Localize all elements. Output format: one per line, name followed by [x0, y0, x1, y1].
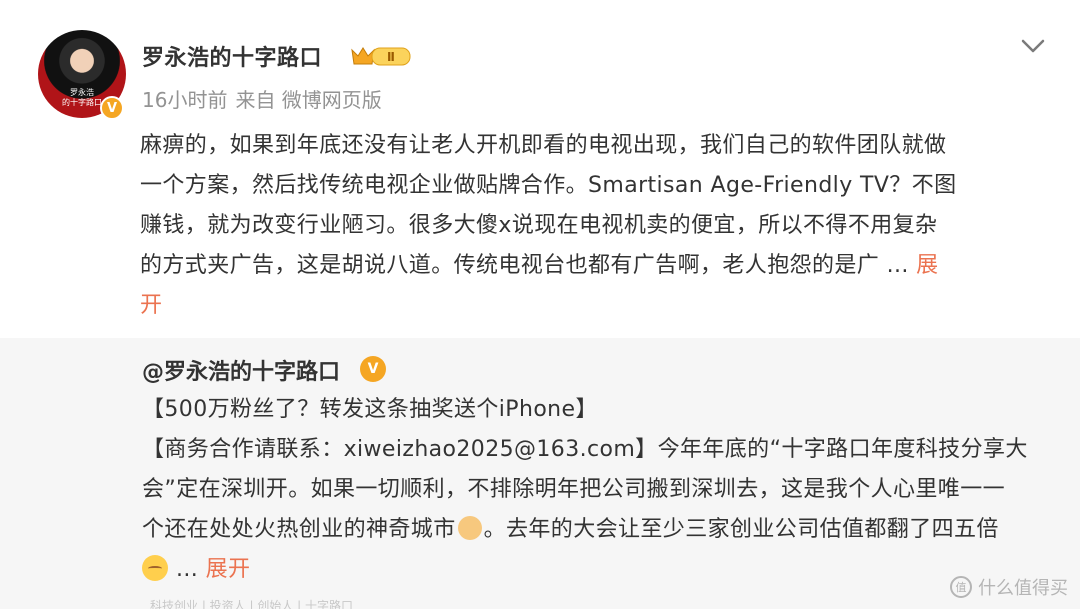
repost-line: 【商务合作请联系：xiweizhao2025@163.com】今年年底的“十字路… [142, 437, 1028, 462]
sleepy-emoji-icon [142, 555, 168, 581]
smzdm-logo-icon: 值 [950, 576, 972, 598]
post-line: 麻痹的，如果到年底还没有让老人开机即看的电视出现，我们自己的软件团队就做 [140, 133, 947, 158]
verified-badge-icon: V [100, 96, 124, 120]
repost-username[interactable]: @罗永浩的十字路口 [142, 354, 340, 386]
ellipsis: ... [176, 557, 206, 582]
post-time[interactable]: 16小时前 [142, 88, 227, 112]
post-line: 一个方案，然后找传统电视企业做贴牌合作。Smartisan Age-Friend… [140, 173, 957, 198]
repost-expand-link[interactable]: 展开 [206, 557, 251, 582]
partial-text: 科技创业 | 投资人 | 创始人 | 十字路口 [150, 599, 354, 609]
post-line: 赚钱，就为改变行业陋习。很多大傻x说现在电视机卖的便宜，所以不得不用复杂 [140, 213, 938, 238]
repost-line-text: 。去年的大会让至少三家创业公司估值都翻了四五倍 [483, 517, 999, 542]
post-line: 开 [140, 286, 1050, 326]
repost-line: 【500万粉丝了？转发这条抽奖送个iPhone】 [142, 397, 598, 422]
watermark-text: 什么值得买 [978, 578, 1068, 599]
expand-link-continued[interactable]: 开 [140, 293, 162, 318]
post-line-text: 的方式夹广告，这是胡说八道。传统电视台也都有广告啊，老人抱怨的是广 ... [140, 253, 917, 278]
vip-level: Ⅱ [387, 50, 395, 64]
post-meta: 16小时前 来自 微博网页版 [142, 84, 390, 113]
repost-line-text: 个还在处处火热创业的神奇城市 [142, 517, 456, 542]
verified-badge-icon: V [360, 356, 386, 382]
chevron-down-icon[interactable] [1020, 36, 1046, 56]
repost-line: ... 展开 [142, 550, 1052, 590]
watermark: 值 什么值得买 [950, 574, 1068, 600]
vip-crown-icon[interactable]: Ⅱ [350, 44, 412, 68]
fist-emoji-icon [457, 516, 482, 540]
partial-cutoff-text: 科技创业 | 投资人 | 创始人 | 十字路口 [150, 599, 410, 609]
post-body: 麻痹的，如果到年底还没有让老人开机即看的电视出现，我们自己的软件团队就做 一个方… [140, 126, 1050, 326]
post-username[interactable]: 罗永浩的十字路口 [142, 40, 322, 72]
repost-body: 【500万粉丝了？转发这条抽奖送个iPhone】 【商务合作请联系：xiweiz… [142, 390, 1052, 590]
repost-line: 个还在处处火热创业的神奇城市 。去年的大会让至少三家创业公司估值都翻了四五倍 [142, 510, 1052, 550]
post-source: 来自 微博网页版 [235, 88, 382, 112]
weibo-post: 罗永浩 的十字路口 V 罗永浩的十字路口 Ⅱ 16小时前 来自 微博网页版 麻痹的，… [0, 0, 1080, 338]
repost-line: 会”定在深圳开。如果一切顺利，不排除明年把公司搬到深圳去，这是我个人心里唯一一 [142, 477, 1006, 502]
expand-link[interactable]: 展 [916, 253, 938, 278]
post-line: 的方式夹广告，这是胡说八道。传统电视台也都有广告啊，老人抱怨的是广 ... 展 [140, 246, 1050, 286]
